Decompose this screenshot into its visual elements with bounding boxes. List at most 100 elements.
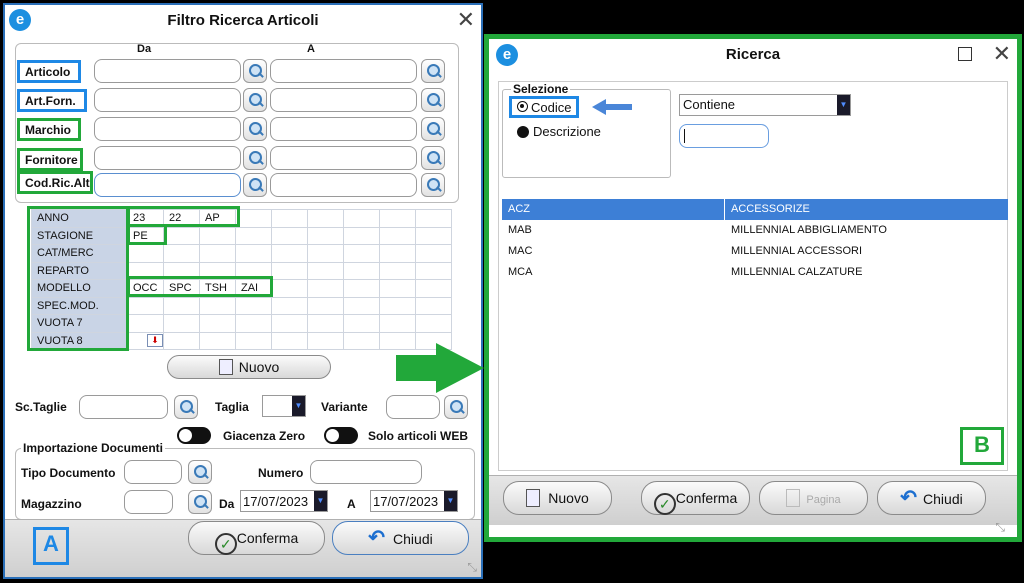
grid-cell[interactable] bbox=[235, 296, 272, 315]
tipo-documento-search-icon[interactable] bbox=[188, 460, 212, 484]
solo-web-toggle[interactable] bbox=[324, 427, 358, 444]
grid-cell[interactable] bbox=[379, 244, 416, 263]
grid-cell[interactable] bbox=[235, 226, 272, 245]
date-da-picker[interactable]: 17/07/2023 ▼ bbox=[240, 490, 328, 512]
grid-cell[interactable] bbox=[307, 226, 344, 245]
grid-cell[interactable] bbox=[235, 209, 272, 228]
grid-cell[interactable] bbox=[307, 244, 344, 263]
grid-cell[interactable] bbox=[343, 296, 380, 315]
art-forn-da-input[interactable] bbox=[94, 88, 241, 112]
grid-cell[interactable] bbox=[343, 279, 380, 298]
fornitore-a-input[interactable] bbox=[270, 146, 417, 170]
ricerca-nuovo-button[interactable]: Nuovo bbox=[503, 481, 612, 515]
grid-cell[interactable] bbox=[271, 314, 308, 333]
results-list[interactable]: ACZ ACCESSORIZE MAB MILLENNIAL ABBIGLIAMEN… bbox=[502, 199, 1008, 471]
fornitore-a-search-icon[interactable] bbox=[421, 146, 445, 170]
articolo-a-input[interactable] bbox=[270, 59, 417, 83]
grid-cell[interactable] bbox=[199, 314, 236, 333]
marchio-da-input[interactable] bbox=[94, 117, 241, 141]
grid-cell[interactable] bbox=[163, 244, 200, 263]
grid-cell[interactable] bbox=[163, 331, 200, 350]
grid-cell[interactable] bbox=[307, 209, 344, 228]
grid-cell[interactable] bbox=[379, 226, 416, 245]
grid-cell[interactable] bbox=[127, 314, 164, 333]
grid-cell[interactable] bbox=[271, 209, 308, 228]
maximize-icon[interactable] bbox=[958, 47, 972, 61]
pagina-button[interactable]: Pagina bbox=[759, 481, 868, 515]
grid-cell[interactable] bbox=[307, 296, 344, 315]
grid-cell[interactable] bbox=[343, 314, 380, 333]
grid-cell[interactable] bbox=[271, 279, 308, 298]
art-forn-a-search-icon[interactable] bbox=[421, 88, 445, 112]
list-item[interactable]: ACZ ACCESSORIZE bbox=[502, 199, 1008, 220]
sc-taglie-input[interactable] bbox=[79, 395, 168, 419]
match-type-select[interactable]: Contiene ▼ bbox=[679, 94, 851, 116]
grid-cell[interactable] bbox=[235, 331, 272, 350]
search-text-input[interactable] bbox=[679, 124, 769, 148]
variante-search-icon[interactable] bbox=[444, 395, 468, 419]
nuovo-button[interactable]: Nuovo bbox=[167, 355, 331, 379]
art-forn-da-search-icon[interactable] bbox=[243, 88, 267, 112]
chiudi-button[interactable]: ↶ Chiudi bbox=[332, 521, 469, 555]
grid-cell[interactable] bbox=[379, 296, 416, 315]
list-item[interactable]: MAC MILLENNIAL ACCESSORI bbox=[502, 241, 1008, 262]
grid-cell[interactable] bbox=[235, 314, 272, 333]
cod-ric-alt-da-input[interactable] bbox=[94, 173, 241, 197]
radio-codice[interactable] bbox=[517, 101, 528, 112]
list-item[interactable]: MAB MILLENNIAL ABBIGLIAMENTO bbox=[502, 220, 1008, 241]
close-icon[interactable]: ✕ bbox=[457, 10, 475, 32]
marchio-a-input[interactable] bbox=[270, 117, 417, 141]
grid-cell[interactable] bbox=[415, 261, 452, 280]
grid-cell[interactable] bbox=[343, 226, 380, 245]
grid-cell[interactable] bbox=[307, 279, 344, 298]
art-forn-a-input[interactable] bbox=[270, 88, 417, 112]
grid-cell[interactable] bbox=[415, 279, 452, 298]
cod-ric-alt-a-input[interactable] bbox=[270, 173, 417, 197]
taglia-select[interactable]: ▼ bbox=[262, 395, 306, 417]
sc-taglie-search-icon[interactable] bbox=[174, 395, 198, 419]
fornitore-da-search-icon[interactable] bbox=[243, 146, 267, 170]
grid-cell[interactable] bbox=[307, 261, 344, 280]
variante-input[interactable] bbox=[386, 395, 440, 419]
grid-cell[interactable] bbox=[415, 226, 452, 245]
resize-grip-icon[interactable]: ⤡ bbox=[467, 560, 477, 575]
down-arrow-icon[interactable]: ⬇ bbox=[147, 334, 163, 347]
grid-cell[interactable] bbox=[235, 244, 272, 263]
grid-cell[interactable] bbox=[199, 244, 236, 263]
grid-cell[interactable] bbox=[199, 296, 236, 315]
grid-cell[interactable] bbox=[343, 244, 380, 263]
articolo-a-search-icon[interactable] bbox=[421, 59, 445, 83]
grid-cell[interactable] bbox=[415, 296, 452, 315]
grid-cell[interactable] bbox=[199, 226, 236, 245]
cod-ric-alt-a-search-icon[interactable] bbox=[421, 173, 445, 197]
grid-cell[interactable] bbox=[271, 244, 308, 263]
grid-cell[interactable] bbox=[415, 314, 452, 333]
list-item[interactable]: MCA MILLENNIAL CALZATURE bbox=[502, 262, 1008, 283]
magazzino-input[interactable] bbox=[124, 490, 173, 514]
grid-cell[interactable] bbox=[199, 331, 236, 350]
giacenza-zero-toggle[interactable] bbox=[177, 427, 211, 444]
articolo-da-input[interactable] bbox=[94, 59, 241, 83]
grid-cell[interactable] bbox=[415, 244, 452, 263]
ricerca-conferma-button[interactable]: ✓ Conferma bbox=[641, 481, 750, 515]
grid-cell[interactable] bbox=[379, 314, 416, 333]
grid-cell[interactable] bbox=[343, 209, 380, 228]
tipo-documento-input[interactable] bbox=[124, 460, 182, 484]
grid-cell[interactable] bbox=[379, 261, 416, 280]
grid-cell[interactable] bbox=[271, 226, 308, 245]
grid-cell[interactable] bbox=[127, 244, 164, 263]
grid-cell[interactable] bbox=[343, 331, 380, 350]
magazzino-search-icon[interactable] bbox=[188, 490, 212, 514]
fornitore-da-input[interactable] bbox=[94, 146, 241, 170]
resize-grip-icon[interactable]: ⤡ bbox=[995, 520, 1005, 535]
close-icon[interactable]: ✕ bbox=[993, 44, 1011, 66]
grid-cell[interactable] bbox=[307, 314, 344, 333]
conferma-button[interactable]: ✓ Conferma bbox=[188, 521, 325, 555]
ricerca-chiudi-button[interactable]: ↶ Chiudi bbox=[877, 481, 986, 515]
grid-cell[interactable] bbox=[379, 209, 416, 228]
grid-cell[interactable] bbox=[127, 296, 164, 315]
marchio-a-search-icon[interactable] bbox=[421, 117, 445, 141]
articolo-da-search-icon[interactable] bbox=[243, 59, 267, 83]
grid-cell[interactable] bbox=[163, 296, 200, 315]
grid-cell[interactable] bbox=[271, 331, 308, 350]
